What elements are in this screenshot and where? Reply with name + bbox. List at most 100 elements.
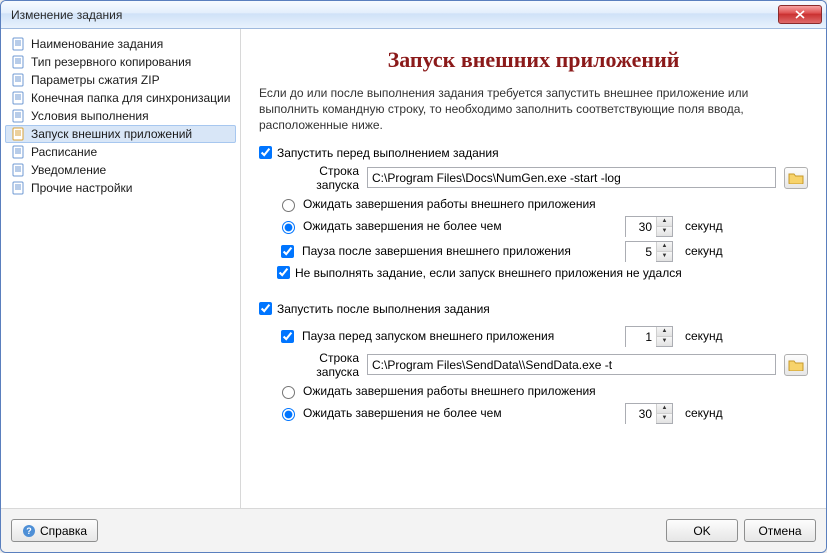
after-cmd-input[interactable] [367,354,776,375]
page-icon [11,127,25,141]
nav-item-backup-type[interactable]: Тип резервного копирования [5,53,236,71]
nav-item-name[interactable]: Наименование задания [5,35,236,53]
nav-label: Расписание [31,145,97,159]
spin-up-icon[interactable]: ▲ [657,404,672,414]
folder-icon [788,171,804,184]
before-wait-timeout-spinner[interactable]: ▲▼ [625,216,673,237]
help-label: Справка [40,524,87,538]
after-group: Пауза перед запуском внешнего приложения… [277,326,808,424]
titlebar: Изменение задания [1,1,826,29]
before-wait-complete-radio[interactable] [282,199,295,212]
before-wait-timeout-input[interactable] [626,217,656,238]
before-cmd-label: Строка запуска [277,164,359,192]
before-wait-complete-row: Ожидать завершения работы внешнего прило… [277,196,808,212]
after-wait-timeout-row: Ожидать завершения не более чем ▲▼ секун… [277,403,808,424]
after-pause-before-spinner[interactable]: ▲▼ [625,326,673,347]
after-cmd-row: Строка запуска [277,351,808,379]
page-title: Запуск внешних приложений [259,47,808,73]
window-title: Изменение задания [11,8,778,22]
help-icon: ? [22,524,36,538]
after-pause-before-input[interactable] [626,327,656,348]
spin-up-icon[interactable]: ▲ [657,327,672,337]
sidebar: Наименование задания Тип резервного копи… [1,29,241,508]
nav-item-external-apps[interactable]: Запуск внешних приложений [5,125,236,143]
after-wait-timeout-input[interactable] [626,404,656,425]
before-wait-timeout-radio[interactable] [282,221,295,234]
close-icon [795,10,805,19]
page-icon [11,109,25,123]
nav-label: Прочие настройки [31,181,132,195]
before-wait-timeout-label: Ожидать завершения не более чем [303,219,502,233]
before-wait-complete-label: Ожидать завершения работы внешнего прило… [303,197,596,211]
spin-up-icon[interactable]: ▲ [657,217,672,227]
page-icon [11,55,25,69]
before-enable-row: Запустить перед выполнением задания [259,146,808,160]
main-panel: Запуск внешних приложений Если до или по… [241,29,826,508]
page-icon [11,181,25,195]
ok-button[interactable]: OK [666,519,738,542]
spin-down-icon[interactable]: ▼ [657,414,672,423]
before-pause-after-input[interactable] [626,242,656,263]
spin-down-icon[interactable]: ▼ [657,227,672,236]
after-wait-timeout-spinner[interactable]: ▲▼ [625,403,673,424]
after-wait-complete-row: Ожидать завершения работы внешнего прило… [277,383,808,399]
cancel-button[interactable]: Отмена [744,519,816,542]
nav-item-conditions[interactable]: Условия выполнения [5,107,236,125]
close-button[interactable] [778,5,822,24]
before-browse-button[interactable] [784,167,808,189]
page-icon [11,145,25,159]
spin-down-icon[interactable]: ▼ [657,337,672,346]
after-pause-before-checkbox[interactable] [281,330,294,343]
spinner-buttons[interactable]: ▲▼ [656,242,672,261]
nav-item-schedule[interactable]: Расписание [5,143,236,161]
page-icon [11,163,25,177]
before-wait-timeout-unit: секунд [685,219,723,233]
after-wait-timeout-unit: секунд [685,406,723,420]
before-pause-after-spinner[interactable]: ▲▼ [625,241,673,262]
nav-label: Запуск внешних приложений [31,127,192,141]
after-wait-timeout-radio[interactable] [282,408,295,421]
before-enable-checkbox[interactable] [259,146,272,159]
page-icon [11,37,25,51]
before-enable-label: Запустить перед выполнением задания [277,146,499,160]
spinner-buttons[interactable]: ▲▼ [656,327,672,346]
nav-item-zip[interactable]: Параметры сжатия ZIP [5,71,236,89]
help-button[interactable]: ? Справка [11,519,98,542]
before-pause-after-label: Пауза после завершения внешнего приложен… [302,244,571,258]
nav-label: Конечная папка для синхронизации [31,91,230,105]
spinner-buttons[interactable]: ▲▼ [656,217,672,236]
after-enable-row: Запустить после выполнения задания [259,302,808,316]
spinner-buttons[interactable]: ▲▼ [656,404,672,423]
before-pause-after-unit: секунд [685,244,723,258]
after-wait-complete-label: Ожидать завершения работы внешнего прило… [303,384,596,398]
after-pause-before-row: Пауза перед запуском внешнего приложения… [277,326,808,347]
dialog-window: Изменение задания Наименование задания Т… [0,0,827,553]
nav-label: Наименование задания [31,37,163,51]
nav-label: Уведомление [31,163,106,177]
footer: ? Справка OK Отмена [1,508,826,552]
after-enable-label: Запустить после выполнения задания [277,302,490,316]
cancel-label: Отмена [758,524,801,538]
ok-label: OK [693,524,710,538]
nav-item-notification[interactable]: Уведомление [5,161,236,179]
before-pause-after-checkbox[interactable] [281,245,294,258]
before-skip-on-fail-checkbox[interactable] [277,266,290,279]
spin-down-icon[interactable]: ▼ [657,252,672,261]
before-pause-after-row: Пауза после завершения внешнего приложен… [277,241,808,262]
svg-text:?: ? [26,526,32,536]
after-enable-checkbox[interactable] [259,302,272,315]
folder-icon [788,358,804,371]
nav-label: Тип резервного копирования [31,55,191,69]
before-cmd-row: Строка запуска [277,164,808,192]
spin-up-icon[interactable]: ▲ [657,242,672,252]
nav-item-misc[interactable]: Прочие настройки [5,179,236,197]
after-wait-timeout-label: Ожидать завершения не более чем [303,406,502,420]
after-wait-complete-radio[interactable] [282,386,295,399]
after-cmd-label: Строка запуска [277,351,359,379]
after-browse-button[interactable] [784,354,808,376]
client-area: Наименование задания Тип резервного копи… [1,29,826,508]
page-icon [11,73,25,87]
nav-item-dest[interactable]: Конечная папка для синхронизации [5,89,236,107]
before-cmd-input[interactable] [367,167,776,188]
nav-label: Условия выполнения [31,109,149,123]
